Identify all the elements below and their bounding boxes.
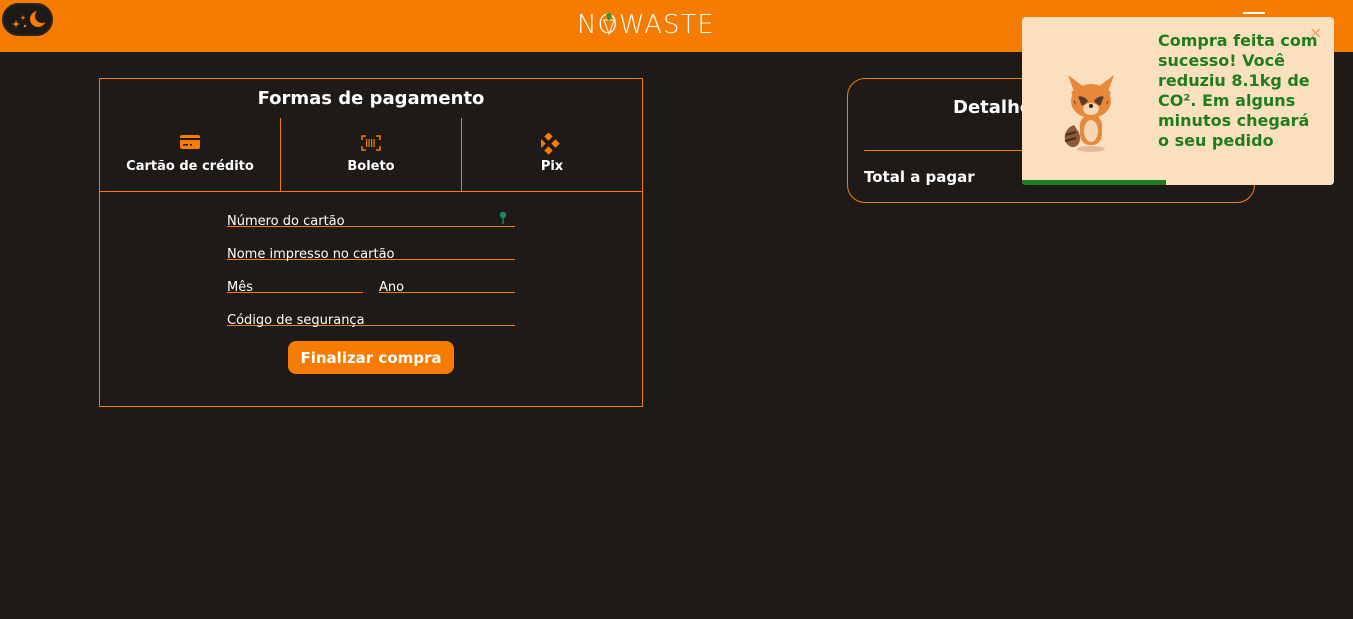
method-label: Pix [540,159,564,174]
toast-progress-bar [1022,180,1166,185]
year-field [379,276,515,296]
success-toast: Compra feita com sucesso! Você reduziu 8… [1022,17,1334,185]
month-field [227,276,363,296]
pix-icon [541,133,560,155]
method-boleto[interactable]: Boleto [281,118,462,191]
raccoon-mascot-icon [1064,75,1114,152]
card-number-input[interactable] [227,213,515,230]
method-credit-card[interactable]: Cartão de crédito [100,118,281,191]
month-input[interactable] [227,279,363,296]
toast-progress-track [1022,180,1334,185]
method-pix[interactable]: Pix [462,118,642,191]
carrot-icon [603,13,615,36]
moon-stars-icon [12,9,49,28]
pin-icon [499,211,507,224]
security-code-field [227,309,515,329]
payment-title: Formas de pagamento [257,88,485,109]
toast-message: Compra feita com sucesso! Você reduziu 8… [1158,31,1318,150]
total-label: Total a pagar [864,168,975,186]
credit-card-icon [180,135,200,149]
theme-toggle[interactable] [2,3,53,36]
card-number-field [227,210,515,230]
card-name-input[interactable] [227,246,515,263]
close-icon[interactable]: × [1309,23,1322,42]
method-label: Boleto [347,159,395,174]
card-name-field [227,243,515,263]
brand-logo[interactable]: NOWASTE [577,9,727,41]
barcode-icon [361,135,381,151]
method-label: Cartão de crédito [126,159,254,174]
finish-purchase-button[interactable]: Finalizar compra [288,341,454,374]
payment-methods: Cartão de crédito Boleto Pix [100,118,642,192]
year-input[interactable] [379,279,515,296]
security-code-input[interactable] [227,312,515,329]
payment-panel: Formas de pagamento Cartão de crédito Bo… [99,78,643,407]
